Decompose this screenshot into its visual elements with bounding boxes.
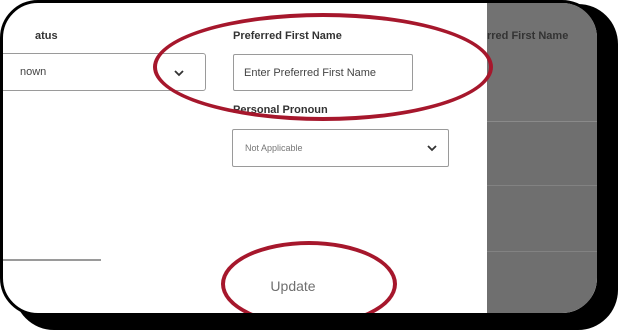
screenshot-frame: atus nown Preferred First Name Personal … [0, 0, 600, 316]
overlay-band [487, 3, 597, 121]
left-divider [3, 259, 101, 261]
overlay-divider [487, 251, 597, 252]
personal-pronoun-select[interactable]: Not Applicable [232, 129, 449, 167]
highlight-ellipse-name-field [153, 13, 493, 121]
background-overlay-panel: rred First Name [487, 3, 597, 313]
chevron-down-icon [427, 145, 437, 152]
left-field-label: atus [35, 30, 58, 42]
background-field-label: rred First Name [487, 30, 569, 42]
overlay-divider [487, 185, 597, 186]
personal-pronoun-value: Not Applicable [245, 143, 303, 153]
overlay-divider [487, 121, 597, 122]
left-status-value: nown [20, 66, 47, 78]
highlight-ellipse-update-button [221, 241, 397, 313]
